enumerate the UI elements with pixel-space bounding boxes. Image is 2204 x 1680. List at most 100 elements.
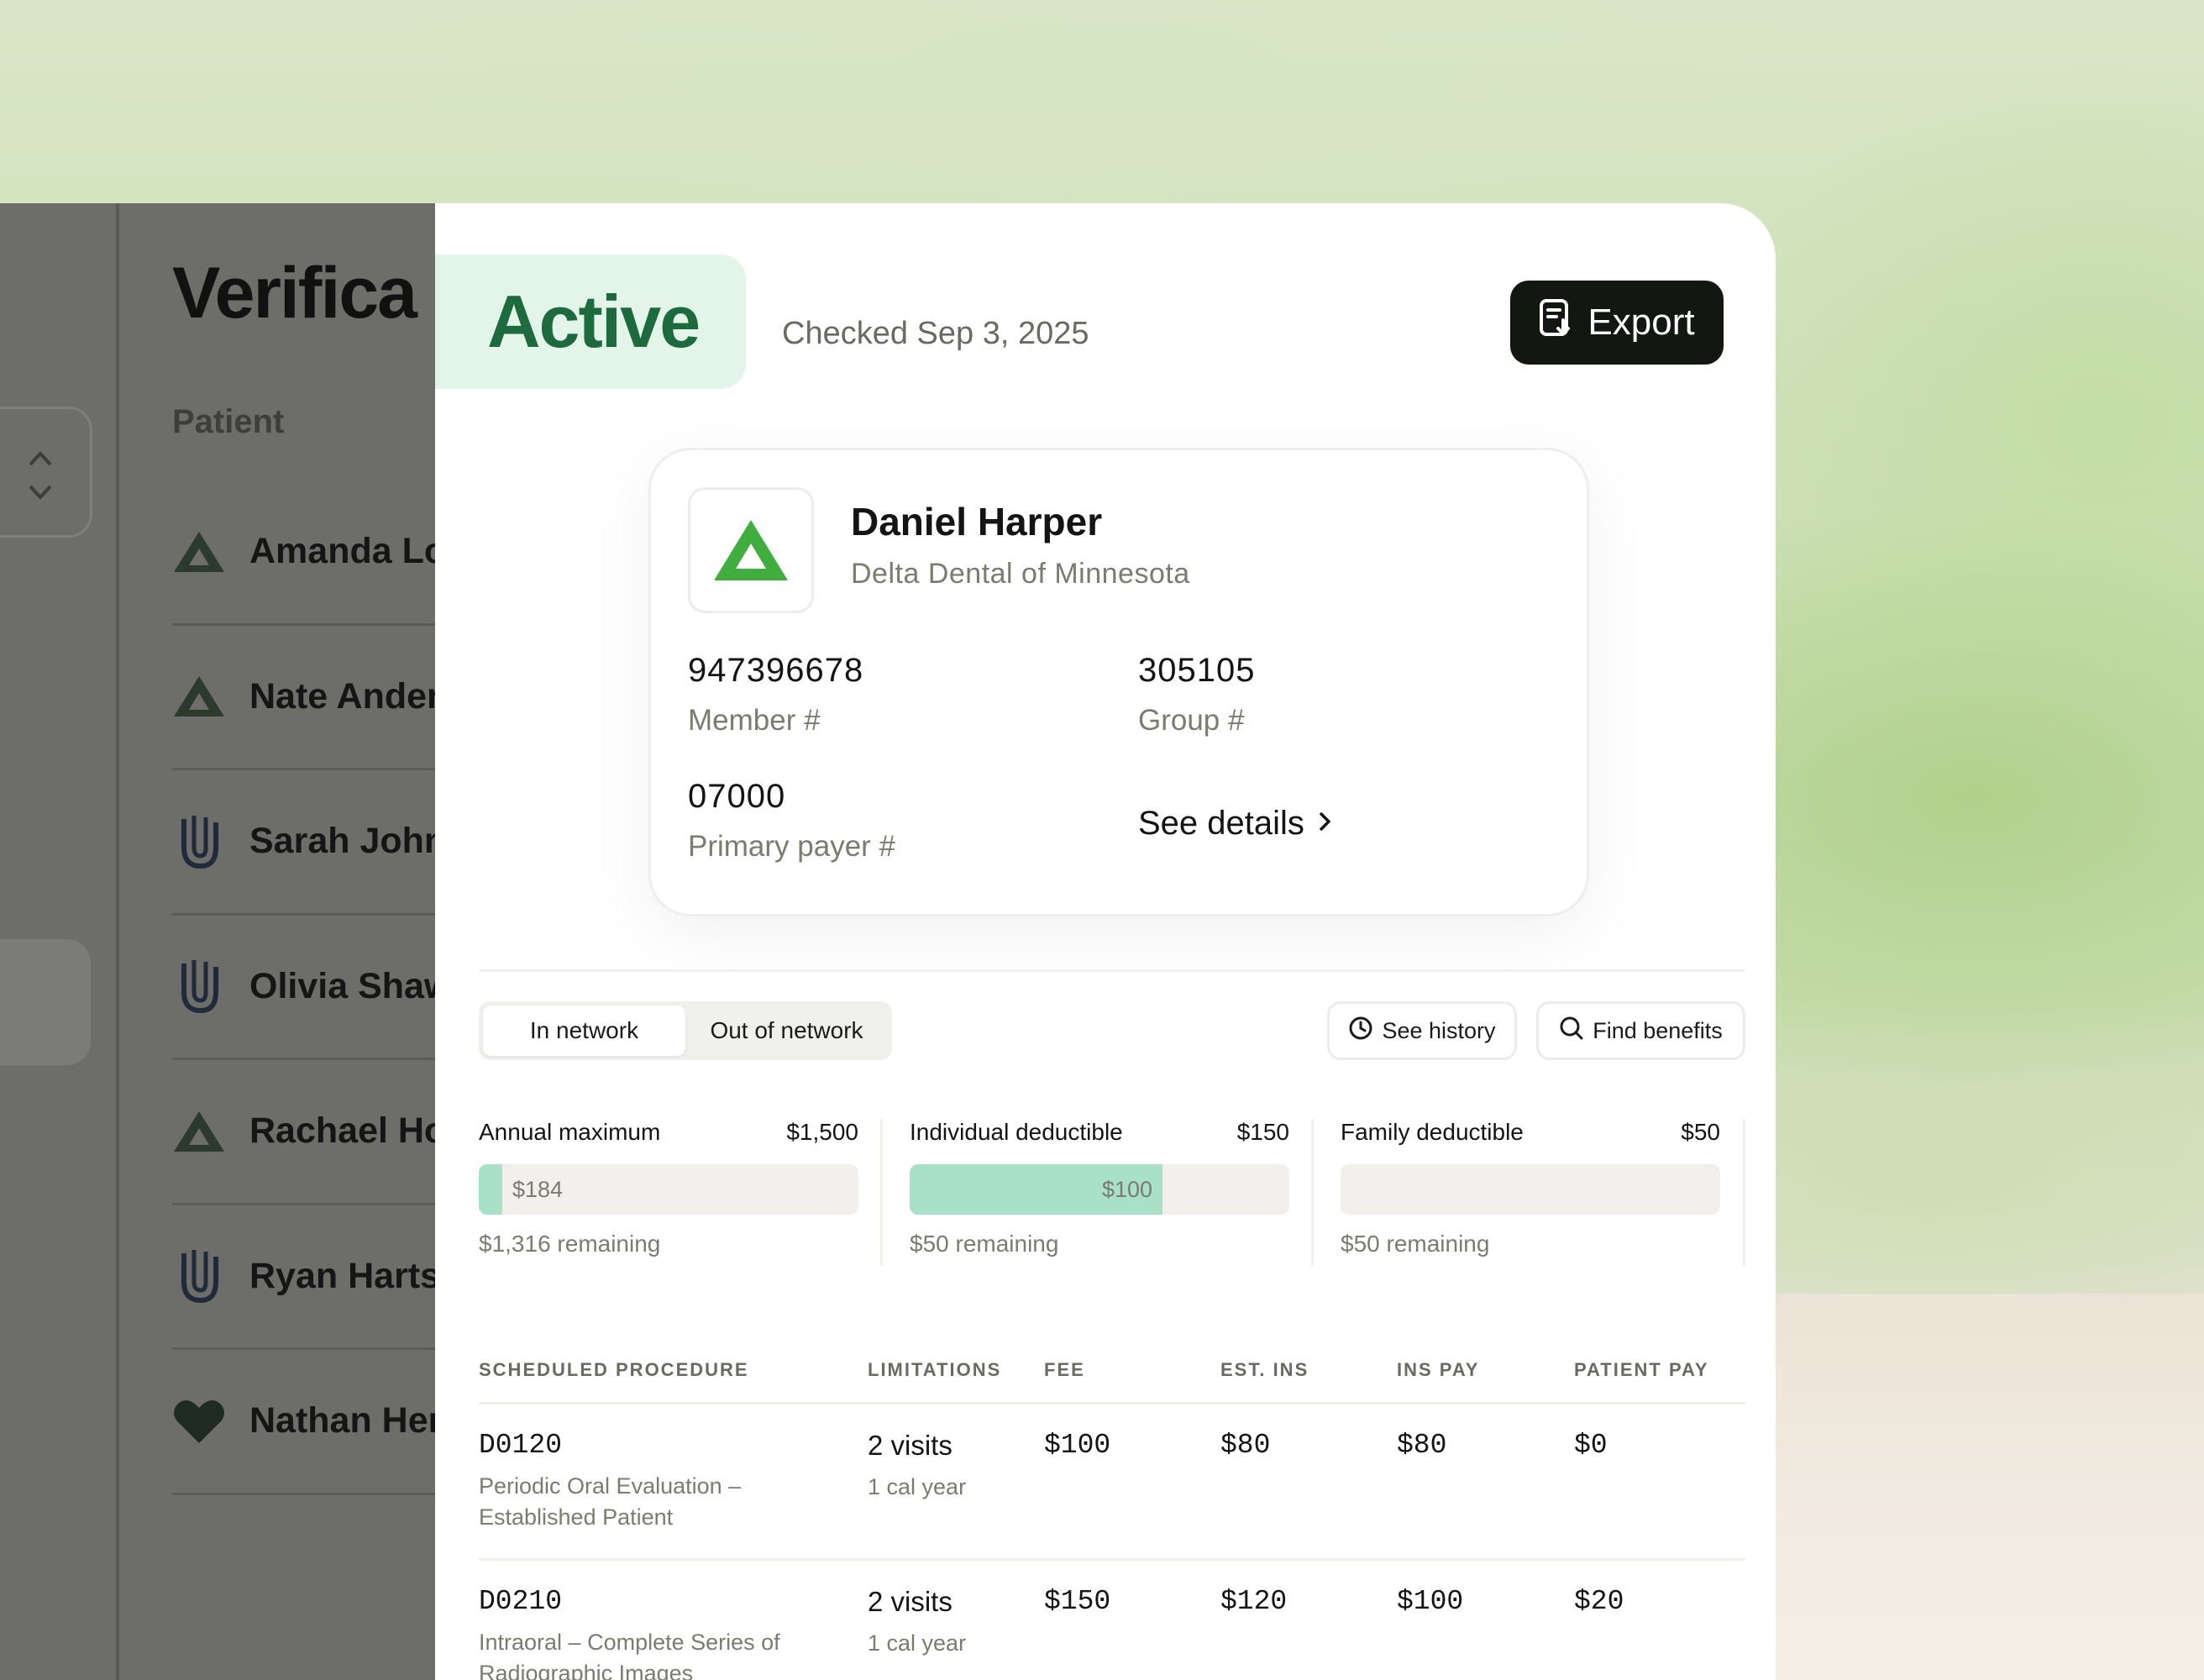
patient-row[interactable]: Sarah John (172, 770, 437, 916)
column-header: FEE (1044, 1358, 1085, 1380)
find-benefits-label: Find benefits (1593, 1017, 1723, 1043)
verification-list-panel: Verifica Patient Amanda Lo Nate Ander Sa… (0, 203, 437, 1680)
patient-row[interactable]: Rachael Ho (172, 1060, 437, 1205)
member-number-label: Member # (688, 704, 821, 737)
table-row[interactable]: D0120 Periodic Oral Evaluation – Establi… (479, 1404, 1745, 1561)
patient-pay-cell: $0 (1574, 1430, 1608, 1461)
member-number: 947396678 (688, 652, 864, 689)
patient-pay-cell: $20 (1574, 1586, 1624, 1617)
meter-fill (479, 1164, 502, 1215)
patient-name: Ryan Harts (249, 1255, 437, 1296)
column-header: EST. INS (1220, 1358, 1309, 1380)
tab-out-of-network[interactable]: Out of network (685, 1005, 888, 1056)
limit-period: 1 cal year (868, 1630, 967, 1656)
meter-used-value: $184 (512, 1177, 564, 1202)
patient-name: Rachael Ho (249, 1110, 437, 1152)
history-clock-icon (1348, 1016, 1373, 1047)
meter-remaining: $50 remaining (910, 1231, 1059, 1257)
limitations-cell: 2 visits 1 cal year (868, 1430, 1044, 1558)
patient-row[interactable]: Ryan Harts (172, 1205, 437, 1350)
patient-row[interactable]: Olivia Shaw (172, 916, 437, 1060)
patient-name: Nathan Her (249, 1400, 437, 1441)
member-name: Daniel Harper (851, 500, 1103, 543)
meter-track (1341, 1164, 1720, 1215)
group-number: 305105 (1138, 652, 1256, 689)
heart-icon (172, 1394, 226, 1448)
network-toggle: In network Out of network (479, 1001, 892, 1060)
unitedhealthcare-icon (172, 1249, 226, 1304)
patient-row[interactable]: Nathan Her (172, 1350, 437, 1495)
export-label: Export (1587, 302, 1695, 343)
see-history-label: See history (1382, 1017, 1496, 1043)
see-details-label: See details (1138, 805, 1304, 842)
meter-max: $50 (1681, 1119, 1720, 1145)
family-deductible-meter: Family deductible $50 $50 remaining (1341, 1119, 1720, 1266)
unitedhealthcare-icon (172, 959, 226, 1014)
nav-rail (0, 203, 119, 1680)
patient-list: Amanda Lo Nate Ander Sarah John Olivia S… (172, 480, 437, 1495)
patient-name: Amanda Lo (249, 531, 437, 572)
section-divider (479, 969, 1745, 972)
meter-title: Annual maximum (479, 1119, 661, 1145)
meter-max: $150 (1236, 1119, 1289, 1145)
search-icon (1559, 1016, 1584, 1047)
find-benefits-button[interactable]: Find benefits (1536, 1001, 1745, 1060)
procedure-description: Periodic Oral Evaluation – Established P… (479, 1473, 742, 1530)
status-label: Active (487, 280, 701, 363)
table-row[interactable]: D0210 Intraoral – Complete Series of Rad… (479, 1561, 1745, 1680)
meter-used-value: $100 (1102, 1177, 1153, 1202)
checked-date: Checked Sep 3, 2025 (782, 316, 1089, 351)
column-header: SCHEDULED PROCEDURE (479, 1358, 749, 1380)
ins-pay-cell: $80 (1397, 1430, 1447, 1461)
meter-remaining: $50 remaining (1341, 1231, 1490, 1257)
fee-cell: $100 (1044, 1430, 1111, 1461)
benefit-meters: Annual maximum $1,500 $184 $1,316 remain… (479, 1119, 1745, 1266)
patient-row[interactable]: Amanda Lo (172, 480, 437, 626)
column-header: PATIENT PAY (1574, 1358, 1709, 1380)
primary-payer-number: 07000 (688, 778, 786, 815)
procedure-code: D0210 (479, 1586, 563, 1617)
chevron-up-icon (26, 444, 55, 473)
export-button[interactable]: Export (1510, 281, 1724, 365)
individual-deductible-meter: Individual deductible $150 $100 $50 rema… (910, 1119, 1289, 1266)
see-details-link[interactable]: See details (1138, 805, 1333, 843)
procedure-description: Intraoral – Complete Series of Radiograp… (479, 1630, 780, 1680)
ins-pay-cell: $100 (1397, 1586, 1464, 1617)
meter-max: $1,500 (786, 1119, 858, 1145)
patient-name: Olivia Shaw (249, 965, 437, 1006)
limit-period: 1 cal year (868, 1474, 967, 1499)
group-number-label: Group # (1138, 704, 1245, 737)
column-header: LIMITATIONS (868, 1358, 1002, 1380)
meter-title: Individual deductible (910, 1119, 1123, 1145)
meter-track: $184 (479, 1164, 858, 1215)
est-ins-cell: $120 (1220, 1586, 1288, 1617)
patient-row[interactable]: Nate Ander (172, 626, 437, 770)
est-ins-cell: $80 (1220, 1430, 1271, 1461)
chevron-right-icon (1316, 805, 1333, 843)
limit-visits: 2 visits (868, 1430, 952, 1461)
procedures-table: SCHEDULED PROCEDURE LIMITATIONS FEE EST.… (479, 1337, 1745, 1680)
background-floor (1772, 1294, 2204, 1680)
see-history-button[interactable]: See history (1327, 1001, 1517, 1060)
nav-rail-active-item[interactable] (0, 939, 91, 1065)
procedure-cell: D0210 Intraoral – Complete Series of Rad… (479, 1586, 868, 1680)
payer-name: Delta Dental of Minnesota (851, 558, 1190, 590)
procedure-cell: D0120 Periodic Oral Evaluation – Establi… (479, 1430, 868, 1558)
workspace-switcher[interactable] (0, 407, 92, 538)
limitations-cell: 2 visits 1 cal year (868, 1586, 1044, 1680)
tab-in-network[interactable]: In network (483, 1005, 685, 1056)
page-title: Verifica (172, 253, 417, 333)
verification-detail-panel: Active Checked Sep 3, 2025 Export Daniel… (435, 203, 1776, 1680)
meter-track: $100 (910, 1164, 1289, 1215)
unitedhealthcare-icon (172, 815, 226, 869)
meter-divider (880, 1119, 883, 1266)
meter-divider (1311, 1119, 1314, 1266)
chevron-down-icon (26, 478, 55, 507)
patient-column-header: Patient (172, 403, 285, 440)
delta-dental-icon (172, 1105, 226, 1158)
primary-payer-label: Primary payer # (688, 830, 896, 863)
meter-divider (1743, 1119, 1745, 1266)
limit-visits: 2 visits (868, 1586, 952, 1617)
patient-name: Sarah John (249, 821, 437, 862)
member-card: Daniel Harper Delta Dental of Minnesota … (648, 448, 1589, 916)
